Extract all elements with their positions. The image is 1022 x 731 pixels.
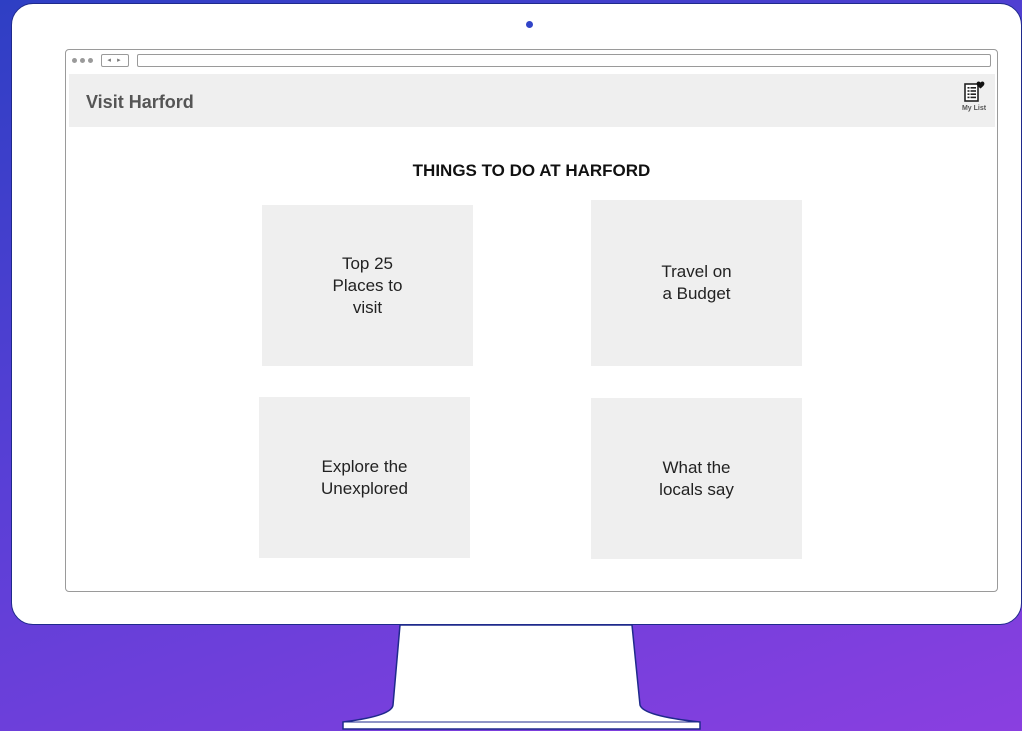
tile-label: Top 25 Places to visit (332, 253, 403, 317)
tile-explore-unexplored[interactable]: Explore the Unexplored (259, 397, 470, 558)
tile-label: What the locals say (659, 457, 734, 499)
site-title[interactable]: Visit Harford (86, 92, 194, 113)
my-list-label: My List (961, 105, 987, 112)
browser-toolbar: ◂ ▸ (66, 50, 997, 70)
monitor-frame: ◂ ▸ Visit Harford My List THINGS TO DO A… (11, 3, 1022, 625)
tile-label: Explore the Unexplored (321, 456, 408, 498)
tile-travel-on-budget[interactable]: Travel on a Budget (591, 200, 802, 366)
my-list-button[interactable]: My List (958, 80, 990, 120)
tile-what-locals-say[interactable]: What the locals say (591, 398, 802, 559)
url-bar[interactable] (137, 53, 991, 67)
back-forward-buttons[interactable]: ◂ ▸ (101, 53, 129, 67)
window-controls (72, 57, 93, 63)
tile-top-25-places[interactable]: Top 25 Places to visit (262, 205, 473, 366)
maximize-window-dot[interactable] (88, 57, 93, 63)
page-title: THINGS TO DO AT HARFORD (412, 161, 651, 180)
tile-label: Travel on a Budget (661, 262, 732, 303)
browser-window: ◂ ▸ Visit Harford My List THINGS TO DO A… (65, 49, 998, 592)
minimize-window-dot[interactable] (80, 57, 85, 63)
camera-dot (526, 21, 533, 28)
list-heart-icon (964, 81, 985, 102)
site-header: Visit Harford My List (69, 74, 995, 127)
close-window-dot[interactable] (72, 57, 77, 63)
